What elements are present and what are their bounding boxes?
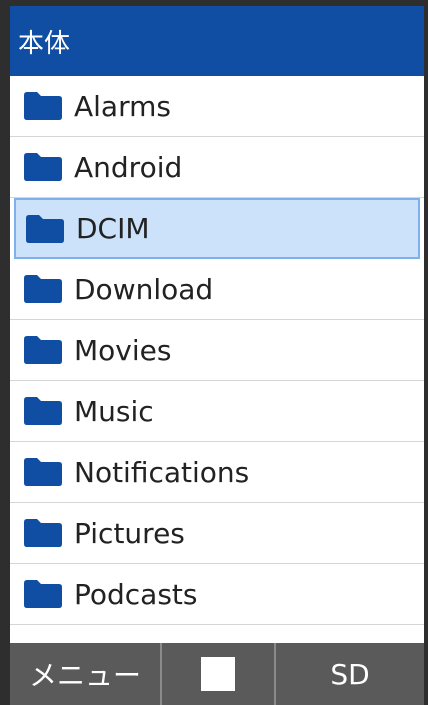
folder-icon <box>24 275 62 303</box>
folder-list: Alarms Android DCIM Download Movies Musi… <box>10 76 424 625</box>
folder-label: Music <box>74 394 154 428</box>
folder-icon <box>24 92 62 120</box>
folder-icon <box>24 458 62 486</box>
folder-label: Movies <box>74 333 172 367</box>
folder-item-notifications[interactable]: Notifications <box>10 442 424 503</box>
folder-label: DCIM <box>76 212 150 245</box>
folder-item-download[interactable]: Download <box>10 259 424 320</box>
folder-item-dcim[interactable]: DCIM <box>14 198 420 259</box>
storage-title: 本体 <box>18 28 71 59</box>
folder-item-alarms[interactable]: Alarms <box>10 76 424 137</box>
folder-icon <box>24 519 62 547</box>
folder-label: Alarms <box>74 89 171 123</box>
folder-label: Download <box>74 272 214 306</box>
folder-item-movies[interactable]: Movies <box>10 320 424 381</box>
menu-softkey[interactable]: メニュー <box>10 643 162 705</box>
folder-label: Podcasts <box>74 577 198 611</box>
center-softkey[interactable] <box>162 643 276 705</box>
folder-item-android[interactable]: Android <box>10 137 424 198</box>
sd-softkey[interactable]: SD <box>276 643 424 705</box>
folder-label: Pictures <box>74 516 185 550</box>
folder-icon <box>24 397 62 425</box>
folder-item-pictures[interactable]: Pictures <box>10 503 424 564</box>
square-icon <box>201 657 235 691</box>
folder-icon <box>26 214 64 243</box>
menu-softkey-label: メニュー <box>28 659 141 692</box>
folder-icon <box>24 336 62 364</box>
folder-label: Notifications <box>74 455 250 489</box>
folder-item-podcasts[interactable]: Podcasts <box>10 564 424 625</box>
softkey-bar: メニュー SD <box>10 643 424 705</box>
header-bar: 本体 <box>10 6 424 76</box>
folder-icon <box>24 153 62 181</box>
phone-screen: 本体 Alarms Android DCIM Download Movies M… <box>0 0 428 705</box>
folder-item-music[interactable]: Music <box>10 381 424 442</box>
folder-icon <box>24 580 62 608</box>
sd-softkey-label: SD <box>330 657 370 691</box>
folder-label: Android <box>74 150 183 184</box>
